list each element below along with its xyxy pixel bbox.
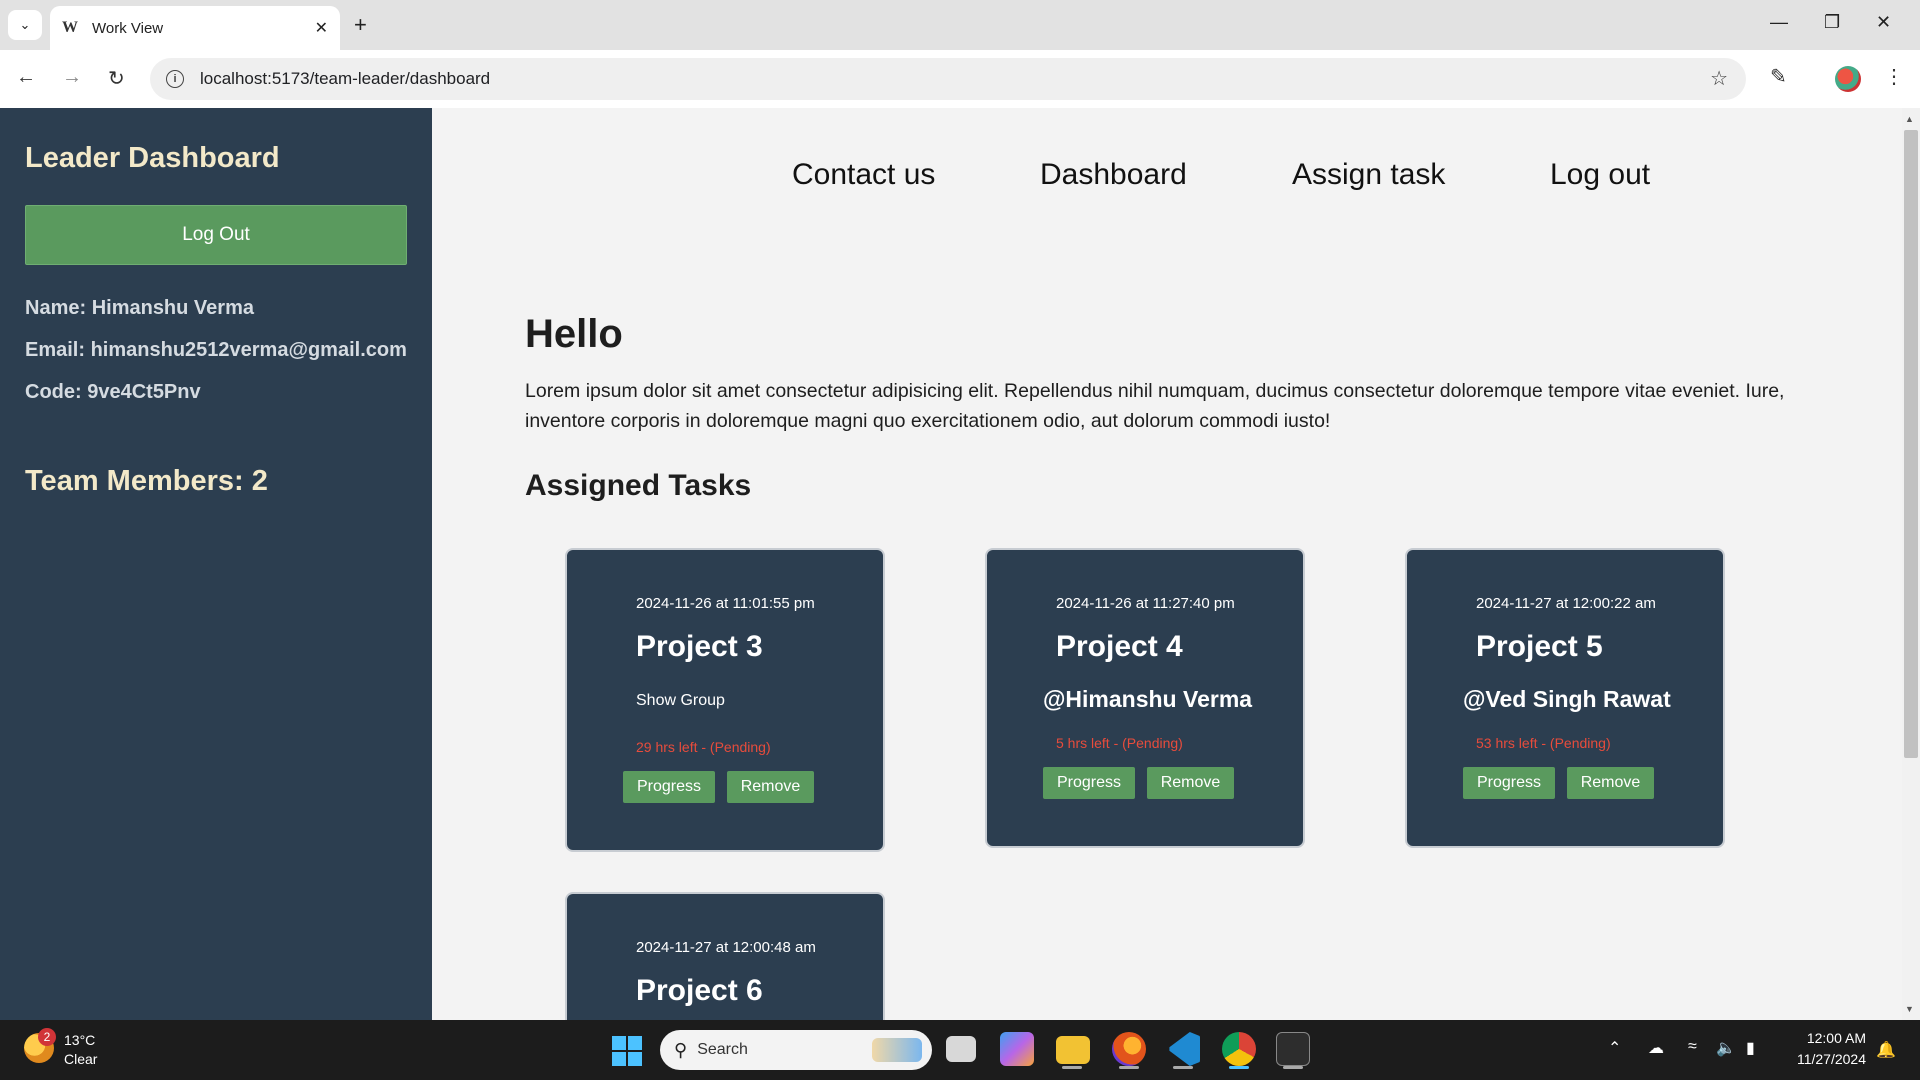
task-project-title: Project 3	[636, 630, 763, 663]
bookmark-star-icon[interactable]: ☆	[1710, 66, 1728, 91]
task-card: 2024-11-26 at 11:01:55 pm Project 3 Show…	[565, 548, 885, 852]
task-status: 29 hrs left - (Pending)	[636, 739, 771, 755]
battery-icon[interactable]: ▮	[1746, 1038, 1755, 1058]
task-card: 2024-11-27 at 12:00:48 am Project 6	[565, 892, 885, 1020]
windows-start-icon[interactable]	[612, 1036, 642, 1066]
weather-condition[interactable]: Clear	[64, 1051, 97, 1067]
task-card: 2024-11-27 at 12:00:22 am Project 5 @Ved…	[1405, 548, 1725, 848]
nav-contact-link[interactable]: Contact us	[792, 158, 935, 192]
firefox-icon[interactable]	[1112, 1032, 1146, 1066]
show-hidden-icons-icon[interactable]: ⌃	[1608, 1038, 1621, 1058]
vscode-indicator	[1173, 1066, 1193, 1069]
window-close-icon[interactable]: ✕	[1876, 12, 1891, 33]
task-assignee: @Ved Singh Rawat	[1463, 686, 1671, 712]
task-status: 5 hrs left - (Pending)	[1056, 735, 1183, 751]
menu-dots-icon[interactable]: ⋮	[1884, 64, 1904, 89]
remove-button[interactable]: Remove	[727, 771, 814, 803]
task-project-title: Project 4	[1056, 630, 1183, 663]
nav-assign-task-link[interactable]: Assign task	[1292, 158, 1445, 192]
user-code: Code: 9ve4Ct5Pnv	[25, 381, 201, 403]
remove-button[interactable]: Remove	[1567, 767, 1654, 799]
remove-button[interactable]: Remove	[1147, 767, 1234, 799]
clock-date[interactable]: 11/27/2024	[1770, 1051, 1866, 1067]
greeting-heading: Hello	[525, 312, 623, 356]
taskbar-search[interactable]: ⚲ Search	[660, 1030, 932, 1070]
progress-button[interactable]: Progress	[623, 771, 715, 803]
forward-arrow-icon[interactable]: →	[62, 66, 82, 89]
site-info-icon[interactable]: i	[166, 70, 184, 88]
chrome-indicator	[1229, 1066, 1249, 1069]
back-arrow-icon[interactable]: ←	[16, 66, 36, 89]
tab-title: Work View	[92, 19, 164, 37]
task-date: 2024-11-26 at 11:01:55 pm	[636, 595, 815, 612]
file-explorer-icon[interactable]	[1056, 1036, 1090, 1064]
reload-icon[interactable]: ↻	[108, 66, 125, 91]
task-project-title: Project 5	[1476, 630, 1603, 663]
taskbar-search-placeholder: Search	[697, 1041, 748, 1058]
task-date: 2024-11-27 at 12:00:22 am	[1476, 595, 1656, 612]
sidebar-logout-button[interactable]: Log Out	[25, 205, 407, 265]
clock-time[interactable]: 12:00 AM	[1770, 1030, 1866, 1046]
task-status: 53 hrs left - (Pending)	[1476, 735, 1611, 751]
sidebar-title: Leader Dashboard	[25, 142, 280, 174]
browser-tab-strip: ⌄ W Work View ✕ + — ❐ ✕	[0, 0, 1920, 50]
notification-bell-icon[interactable]: 🔔	[1876, 1040, 1896, 1060]
windows-taskbar: 2 13°C Clear ⚲ Search ⌃ ☁ ≈ 🔈 ▮ 12:00 AM…	[0, 1020, 1920, 1080]
nav-dashboard-link[interactable]: Dashboard	[1040, 158, 1187, 192]
tab-favicon-icon: W	[62, 19, 78, 36]
profile-avatar[interactable]	[1835, 66, 1861, 92]
weather-badge: 2	[38, 1028, 56, 1046]
wifi-icon[interactable]: ≈	[1688, 1038, 1697, 1056]
show-group-link[interactable]: Show Group	[636, 692, 725, 710]
progress-button[interactable]: Progress	[1043, 767, 1135, 799]
intro-paragraph: Lorem ipsum dolor sit amet consectetur a…	[525, 380, 1785, 432]
task-assignee: @Himanshu Verma	[1043, 686, 1253, 712]
sidebar: Leader Dashboard Log Out Name: Himanshu …	[0, 108, 432, 1020]
user-email: Email: himanshu2512verma@gmail.com	[25, 339, 407, 361]
address-bar[interactable]: i localhost:5173/team-leader/dashboard ☆	[150, 58, 1746, 100]
terminal-indicator	[1283, 1066, 1303, 1069]
team-members-count: Team Members: 2	[25, 465, 268, 497]
minimize-icon[interactable]: —	[1770, 12, 1788, 33]
scroll-down-icon[interactable]: ▼	[1905, 1004, 1914, 1014]
file-explorer-indicator	[1062, 1066, 1082, 1069]
task-card: 2024-11-26 at 11:27:40 pm Project 4 @Him…	[985, 548, 1305, 848]
user-name: Name: Himanshu Verma	[25, 297, 254, 319]
volume-icon[interactable]: 🔈	[1716, 1038, 1736, 1058]
weather-temperature[interactable]: 13°C	[64, 1032, 95, 1048]
task-date: 2024-11-27 at 12:00:48 am	[636, 939, 816, 956]
progress-button[interactable]: Progress	[1463, 767, 1555, 799]
main-content: Contact us Dashboard Assign task Log out…	[432, 108, 1902, 1020]
search-highlight-icon	[872, 1038, 922, 1062]
restore-icon[interactable]: ❐	[1824, 12, 1840, 33]
task-date: 2024-11-26 at 11:27:40 pm	[1056, 595, 1235, 612]
new-tab-button[interactable]: +	[354, 12, 367, 38]
search-icon: ⚲	[674, 1039, 688, 1060]
browser-toolbar: ← → ↻ i localhost:5173/team-leader/dashb…	[0, 50, 1920, 108]
chevron-down-icon: ⌄	[19, 17, 31, 32]
scroll-up-icon[interactable]: ▲	[1905, 114, 1914, 124]
nav-logout-link[interactable]: Log out	[1550, 158, 1650, 192]
task-project-title: Project 6	[636, 974, 763, 1007]
tab-search-button[interactable]: ⌄	[8, 10, 42, 40]
tab-close-icon[interactable]: ✕	[315, 18, 328, 38]
address-url[interactable]: localhost:5173/team-leader/dashboard	[200, 69, 490, 89]
terminal-icon[interactable]	[1276, 1032, 1310, 1066]
copilot-icon[interactable]	[1000, 1032, 1034, 1066]
firefox-indicator	[1119, 1066, 1139, 1069]
browser-tab-active[interactable]: W Work View ✕	[50, 6, 340, 50]
scrollbar-thumb[interactable]	[1904, 130, 1918, 758]
assigned-tasks-heading: Assigned Tasks	[525, 469, 752, 502]
extensions-icon[interactable]: ✎	[1770, 64, 1787, 89]
onedrive-cloud-icon[interactable]: ☁	[1648, 1038, 1664, 1058]
task-view-icon[interactable]	[946, 1036, 976, 1062]
chrome-icon[interactable]	[1222, 1032, 1256, 1066]
vscode-icon[interactable]	[1169, 1032, 1200, 1066]
